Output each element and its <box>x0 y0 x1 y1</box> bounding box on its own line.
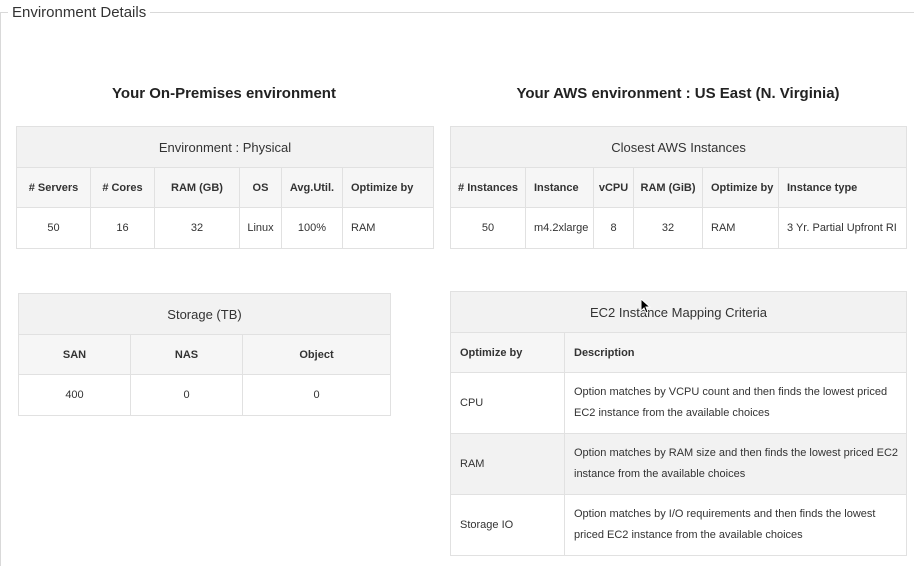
panel-legend: Environment Details <box>8 4 151 21</box>
cell-san: 400 <box>18 374 131 416</box>
table-row: 400 0 0 <box>18 374 391 416</box>
col-header-ram-gib: RAM (GiB) <box>633 167 703 208</box>
onprem-title: Your On-Premises environment <box>112 85 336 102</box>
col-header-instance-type: Instance type <box>777 167 908 208</box>
table-row: Storage IO Option matches by I/O require… <box>450 494 907 556</box>
cell-instance: m4.2xlarge <box>525 207 594 249</box>
col-header-os: OS <box>239 167 282 208</box>
mouse-cursor-icon <box>641 299 651 314</box>
col-header-description: Description <box>564 332 907 373</box>
col-header-avg-util: Avg.Util. <box>281 167 343 208</box>
col-header-vcpu: vCPU <box>593 167 634 208</box>
cell-os: Linux <box>239 207 282 249</box>
cell-instance-type: 3 Yr. Partial Upfront RI <box>777 207 908 249</box>
cell-servers: 50 <box>16 207 91 249</box>
cell-ram-gib: 32 <box>633 207 703 249</box>
storage-table: Storage (TB) SAN NAS Object 400 0 0 <box>18 293 391 416</box>
criteria-description-storage-io: Option matches by I/O requirements and t… <box>564 494 907 556</box>
cell-aws-optimize-by: RAM <box>702 207 779 249</box>
cell-object: 0 <box>242 374 391 416</box>
criteria-optimize-storage-io: Storage IO <box>450 494 565 556</box>
cell-optimize-by: RAM <box>341 207 435 249</box>
col-header-criteria-optimize: Optimize by <box>450 332 565 373</box>
onprem-env-caption: Environment : Physical <box>15 126 435 168</box>
col-header-object: Object <box>242 334 391 375</box>
onprem-env-table: Environment : Physical # Servers # Cores… <box>15 126 435 249</box>
col-header-nas: NAS <box>130 334 243 375</box>
criteria-description-ram: Option matches by RAM size and then find… <box>564 433 907 495</box>
col-header-instance: Instance <box>525 167 594 208</box>
aws-title: Your AWS environment : US East (N. Virgi… <box>516 85 840 102</box>
fieldset-border-left <box>0 12 1 566</box>
col-header-instances: # Instances <box>450 167 526 208</box>
storage-caption: Storage (TB) <box>18 293 391 335</box>
cell-avg-util: 100% <box>281 207 343 249</box>
table-row: RAM Option matches by RAM size and then … <box>450 433 907 495</box>
criteria-description-cpu: Option matches by VCPU count and then fi… <box>564 372 907 434</box>
col-header-optimize-by: Optimize by <box>341 167 435 208</box>
col-header-san: SAN <box>18 334 131 375</box>
criteria-caption: EC2 Instance Mapping Criteria <box>450 291 907 333</box>
cell-instances: 50 <box>450 207 526 249</box>
col-header-aws-optimize-by: Optimize by <box>702 167 779 208</box>
cell-cores: 16 <box>90 207 155 249</box>
table-row: CPU Option matches by VCPU count and the… <box>450 372 907 434</box>
table-row: 50 16 32 Linux 100% RAM <box>16 207 435 249</box>
table-row: 50 m4.2xlarge 8 32 RAM 3 Yr. Partial Upf… <box>450 207 908 249</box>
criteria-optimize-cpu: CPU <box>450 372 565 434</box>
cell-ram: 32 <box>154 207 240 249</box>
col-header-cores: # Cores <box>90 167 155 208</box>
cell-vcpu: 8 <box>593 207 634 249</box>
criteria-optimize-ram: RAM <box>450 433 565 495</box>
aws-instances-caption: Closest AWS Instances <box>449 126 908 168</box>
cell-nas: 0 <box>130 374 243 416</box>
aws-instances-table: Closest AWS Instances # Instances Instan… <box>449 126 908 249</box>
col-header-servers: # Servers <box>16 167 91 208</box>
col-header-ram: RAM (GB) <box>154 167 240 208</box>
ec2-criteria-table: EC2 Instance Mapping Criteria Optimize b… <box>450 291 907 556</box>
